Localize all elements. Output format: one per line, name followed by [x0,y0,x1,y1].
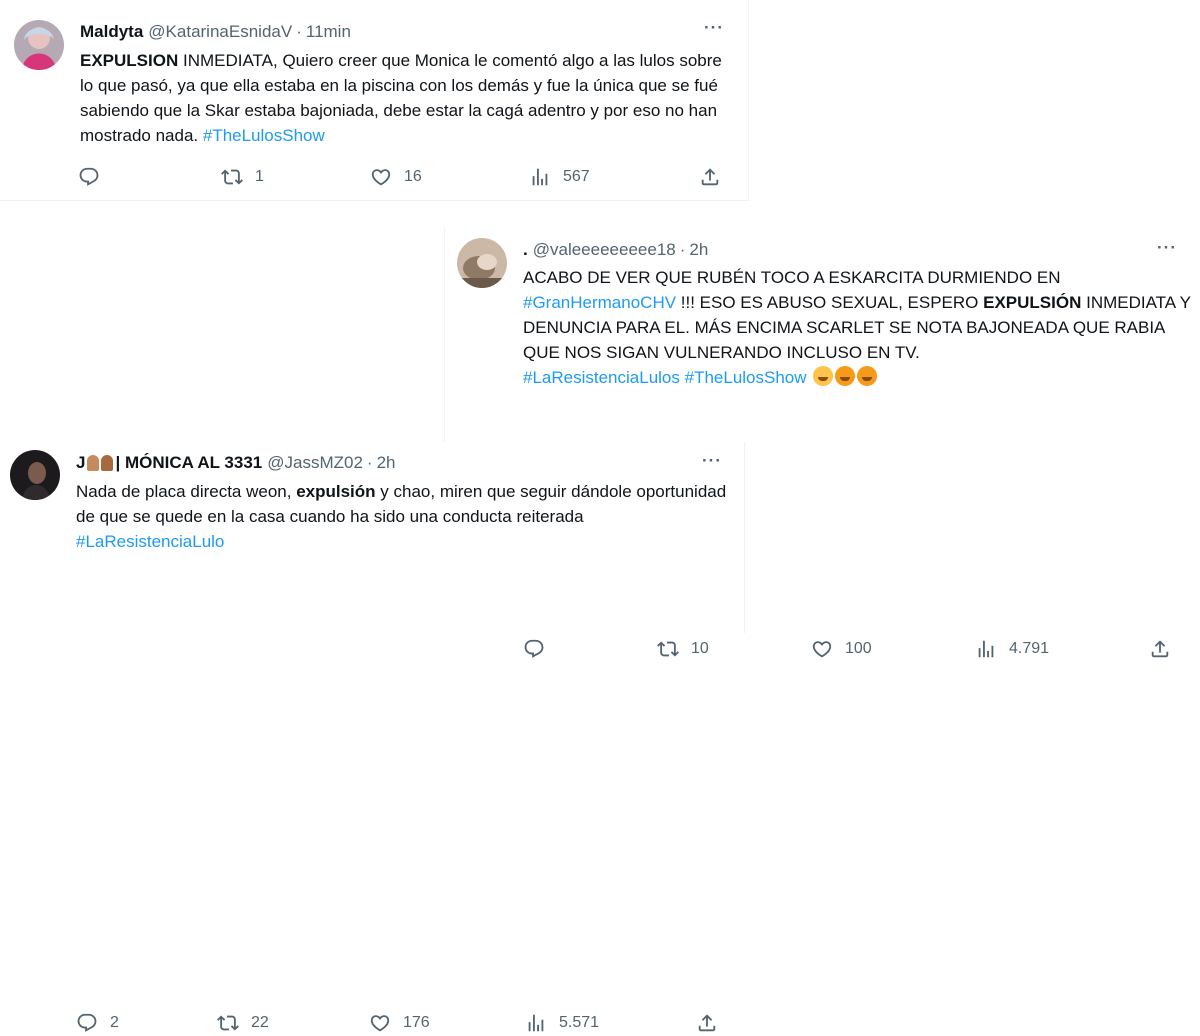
display-name[interactable]: J [76,453,85,473]
bold-word: EXPULSIÓN [983,293,1082,312]
retweet-icon [221,166,243,188]
action-bar: 10 100 4.791 [523,638,1173,662]
prayer-hands-icon [87,455,100,471]
face-with-steam-icon [835,366,856,386]
action-bar: 1 16 567 [78,166,728,190]
separator-dot: · [296,22,302,41]
like-count: 100 [845,640,872,657]
text-segment: !!! ESO ES ABUSO SEXUAL, ESPERO [676,293,984,312]
like-icon [369,1012,391,1034]
retweet-button[interactable]: 1 [221,166,264,188]
retweet-button[interactable]: 22 [217,1012,269,1034]
separator-dot: · [679,240,686,259]
tweet-text: Nada de placa directa weon, expulsión y … [76,479,736,554]
avatar[interactable] [14,20,64,70]
share-button[interactable] [699,166,721,188]
share-icon [696,1012,718,1034]
reply-icon [78,166,100,188]
tweet-card[interactable]: J | MÓNICA AL 3331 @JassMZ02 · 2h ··· Na… [0,442,745,633]
reply-count: 2 [110,1014,119,1031]
share-button[interactable] [1149,638,1171,660]
views-button[interactable]: 4.791 [975,638,1049,660]
views-icon [525,1012,547,1034]
hashtag-link[interactable]: #GranHermanoCHV [523,293,676,312]
timestamp[interactable]: 2h [689,240,708,260]
username[interactable]: @JassMZ02 [267,453,363,473]
like-button[interactable]: 100 [811,638,872,660]
bold-word: expulsión [296,482,376,501]
separator-dot: · [366,453,373,472]
timestamp[interactable]: 11min [306,22,351,42]
like-button[interactable]: 16 [370,166,422,188]
views-icon [975,638,997,660]
share-icon [699,166,721,188]
reply-button[interactable] [523,638,557,660]
reply-icon [523,638,545,660]
more-options-icon[interactable]: ··· [1157,238,1177,258]
tweet-card[interactable]: . @valeeeeeeeee18 · 2h ··· ACABO DE VER … [444,228,1200,444]
view-count: 4.791 [1009,640,1050,657]
retweet-count: 22 [251,1014,269,1031]
avatar[interactable] [10,450,60,500]
reply-button[interactable]: 2 [76,1012,119,1034]
bold-word: EXPULSION [80,51,179,70]
hashtag-link[interactable]: #LaResistenciaLulo [76,532,224,551]
text-segment: ACABO DE VER QUE RUBÉN TOCO A ESKARCITA … [523,268,1061,287]
tweet-text: EXPULSION INMEDIATA, Quiero creer que Mo… [80,48,730,148]
prayer-hands-icon [101,455,114,471]
display-name-suffix[interactable]: | MÓNICA AL 3331 [115,453,262,473]
tweet-card[interactable]: Maldyta @KatarinaEsnidaV · 11min ··· EXP… [0,0,749,201]
tweet-header: . @valeeeeeeeee18 · 2h [523,240,708,260]
like-icon [811,638,833,660]
more-options-icon[interactable]: ··· [704,18,724,38]
hashtag-link[interactable]: #TheLulosShow [203,126,325,145]
view-count: 5.571 [559,1014,600,1031]
timestamp[interactable]: 2h [377,453,396,473]
view-count: 567 [563,168,590,185]
retweet-count: 1 [255,168,264,185]
more-options-icon[interactable]: ··· [702,451,722,471]
tweet-text: ACABO DE VER QUE RUBÉN TOCO A ESKARCITA … [523,265,1193,390]
text-segment: Nada de placa directa weon, [76,482,297,501]
reply-button[interactable] [78,166,112,188]
username[interactable]: @valeeeeeeeee18 [533,240,676,260]
views-button[interactable]: 5.571 [525,1012,599,1034]
views-button[interactable]: 567 [529,166,590,188]
share-icon [1149,638,1171,660]
hashtag-link[interactable]: #LaResistenciaLulos [523,368,680,387]
retweet-icon [217,1012,239,1034]
retweet-icon [657,638,679,660]
tweet-header: J | MÓNICA AL 3331 @JassMZ02 · 2h [76,453,396,473]
action-bar: 2 22 176 5.571 [76,1012,726,1036]
like-icon [370,166,392,188]
face-with-steam-icon [857,366,878,386]
loudly-crying-face-icon [813,366,834,386]
avatar[interactable] [457,238,507,288]
hashtag-link[interactable]: #TheLulosShow [685,368,807,387]
like-count: 16 [404,168,422,185]
tweet-header: Maldyta @KatarinaEsnidaV · 11min [80,22,351,42]
like-count: 176 [403,1014,430,1031]
display-name[interactable]: . [523,240,528,260]
like-button[interactable]: 176 [369,1012,430,1034]
views-icon [529,166,551,188]
display-name[interactable]: Maldyta [80,22,143,42]
reply-icon [76,1012,98,1034]
share-button[interactable] [696,1012,718,1034]
retweet-button[interactable]: 10 [657,638,709,660]
username[interactable]: @KatarinaEsnidaV [148,22,292,42]
retweet-count: 10 [691,640,709,657]
